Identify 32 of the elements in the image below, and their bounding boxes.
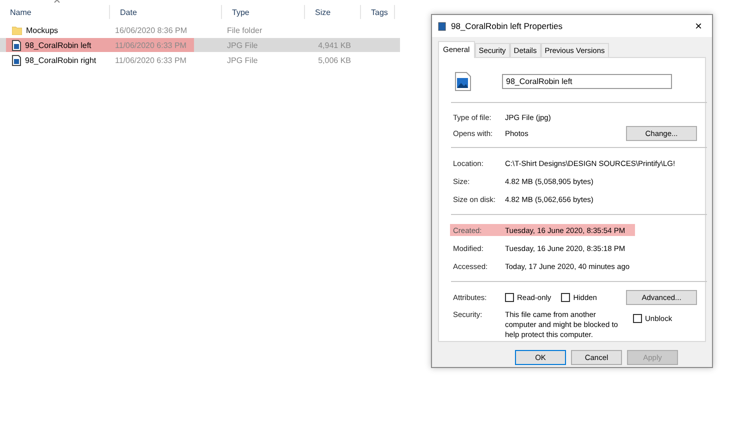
column-label: Date [120,8,137,16]
column-label: Tags [371,8,388,16]
file-size: 5,006 KB [317,56,352,64]
folder-icon [12,26,22,34]
file-name: 98_CoralRobin right [25,56,96,64]
file-type: File folder [226,26,264,34]
column-label: Size [315,8,331,16]
column-header[interactable]: Size [305,5,361,19]
column-header[interactable]: Type [222,5,305,19]
column-header[interactable]: Tags [361,5,395,19]
file-type: JPG File [226,40,259,50]
column-label: Name [10,8,32,16]
window-title: 98_CoralRobin left Properties [451,21,564,31]
column-label: Type [232,8,250,16]
image-file-icon [438,22,446,30]
file-row[interactable]: 98_CoralRobin right 11/06/2020 6:33 PM JPG File 5,006 KB [0,53,400,67]
file-row[interactable]: Mockups 16/06/2020 8:36 PM File folder [0,23,400,37]
close-button[interactable]: × [690,19,706,33]
file-date: 16/06/2020 8:36 PM [114,26,188,34]
file-row[interactable]: 98_CoralRobin left 11/06/2020 6:33 PM JPG File 4,941 KB [0,38,400,52]
file-date: 11/06/2020 6:33 PM [114,40,188,50]
column-header[interactable]: Date [110,5,222,19]
column-header[interactable]: Name [0,5,110,19]
file-name: Mockups [26,26,58,34]
file-type: JPG File [226,56,259,64]
image-file-icon [12,54,21,66]
image-file-icon [12,40,21,50]
file-size: 4,941 KB [317,40,352,50]
file-name: 98_CoralRobin left [25,40,92,50]
image-file-icon [455,72,471,90]
file-date: 11/06/2020 6:33 PM [114,56,188,64]
file-name-field[interactable]: 98_CoralRobin left [502,74,672,88]
